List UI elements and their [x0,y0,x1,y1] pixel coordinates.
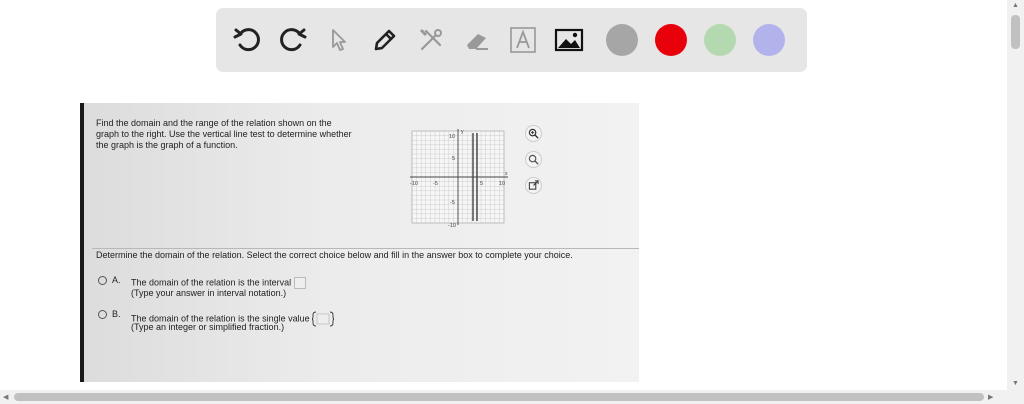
tick-x-5: 5 [480,181,483,187]
choice-a-line-1: The domain of the relation is the interv… [131,277,292,288]
choice-b-letter: B. [112,309,121,319]
image-icon [554,28,584,52]
undo-icon [233,28,260,52]
tick-y-5: 5 [452,156,455,162]
scroll-left-arrow-icon[interactable]: ◀ [3,393,8,401]
drawing-toolbar [216,8,807,72]
color-gray-swatch[interactable] [606,24,638,56]
text-icon [510,27,536,53]
zoom-out-icon [528,154,539,165]
tools-icon [419,28,442,51]
vertical-scrollbar[interactable]: ▲ ▼ [1007,0,1024,390]
choice-b-hint: (Type an integer or simplified fraction.… [131,322,285,332]
question-line-2: graph to the right. Use the vertical lin… [96,129,352,139]
section-divider [92,248,639,249]
color-red-swatch[interactable] [655,24,687,56]
tick-x-neg5: -5 [433,181,438,187]
domain-prompt: Determine the domain of the relation. Se… [96,250,573,260]
color-green-swatch[interactable] [704,24,736,56]
left-edge [80,103,84,382]
scroll-down-arrow-icon[interactable]: ▼ [1012,380,1019,387]
choice-a-hint: (Type your answer in interval notation.) [131,288,287,298]
tick-y-neg5: -5 [450,200,455,206]
eraser-button[interactable] [460,23,494,57]
tick-y-10: 10 [449,134,455,140]
undo-button[interactable] [230,23,264,57]
choice-a-answer-box[interactable] [294,277,307,289]
choice-b-radio[interactable] [98,310,107,319]
redo-icon [280,28,307,52]
question-screenshot: Find the domain and the range of the rel… [80,103,639,382]
question-text: Find the domain and the range of the rel… [96,118,396,151]
pointer-icon [332,29,346,51]
choice-b-answer-box[interactable] [312,311,335,327]
horizontal-scroll-thumb[interactable] [14,393,984,401]
pen-icon [374,29,396,51]
question-line-1: Find the domain and the range of the rel… [96,118,332,128]
scroll-right-arrow-icon[interactable]: ▶ [988,393,993,401]
popout-icon [528,180,539,190]
x-axis-label: x [505,171,508,177]
scroll-up-arrow-icon[interactable]: ▲ [1012,2,1019,9]
popout-button[interactable] [525,177,542,194]
page: Find the domain and the range of the rel… [0,0,1024,404]
zoom-in-icon [528,128,539,139]
text-button[interactable] [506,23,540,57]
zoom-in-button[interactable] [525,125,542,142]
zoom-out-button[interactable] [525,151,542,168]
tick-y-neg10: -10 [448,223,456,229]
coordinate-graph: y x 10 5 -5 -10 -10 -5 5 10 [410,129,508,229]
color-purple-swatch[interactable] [753,24,785,56]
redo-button[interactable] [276,23,310,57]
choice-a-letter: A. [112,275,121,285]
question-line-3: the graph is the graph of a function. [96,140,238,150]
pointer-button[interactable] [322,23,356,57]
eraser-icon [467,34,488,50]
image-button[interactable] [552,23,586,57]
tick-x-10: 10 [499,181,505,187]
tools-button[interactable] [414,23,448,57]
choice-a-radio[interactable] [98,276,107,285]
tick-x-neg10: -10 [410,181,418,187]
vertical-scroll-thumb[interactable] [1011,15,1020,49]
horizontal-scrollbar[interactable]: ◀ ▶ [0,390,1024,404]
pen-button[interactable] [368,23,402,57]
